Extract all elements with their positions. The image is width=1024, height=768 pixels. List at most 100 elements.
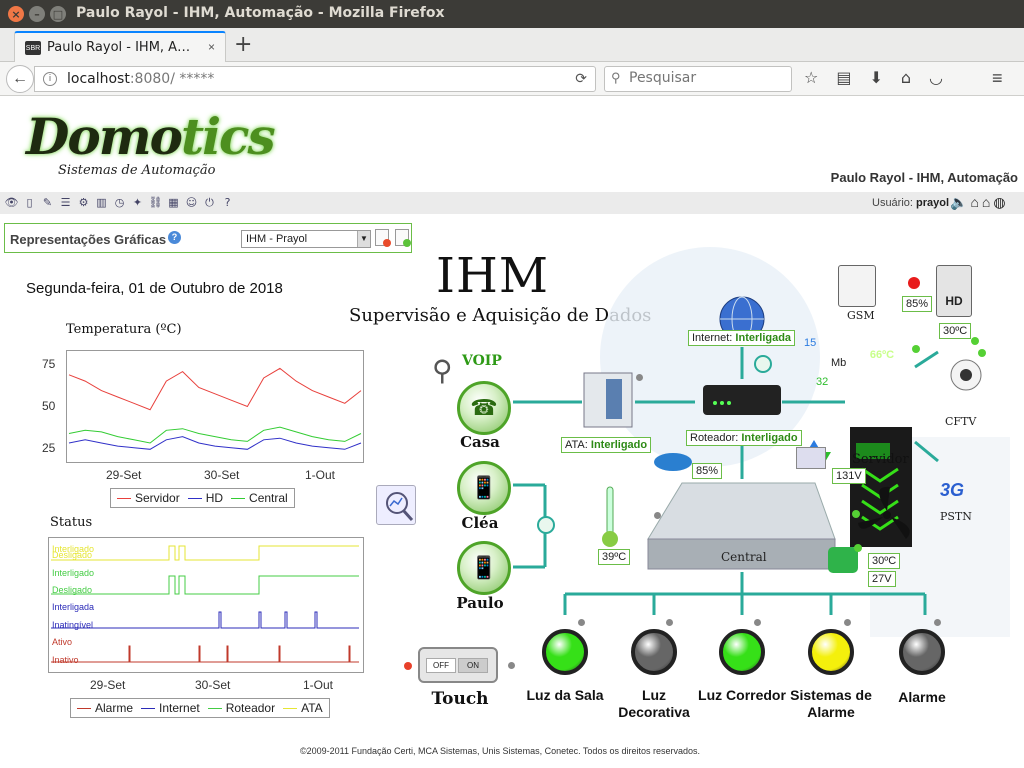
globe-icon[interactable]: ◍ bbox=[993, 194, 1005, 211]
info-icon[interactable]: i bbox=[43, 72, 57, 86]
rep-select[interactable]: IHM - Prayol ▼ bbox=[241, 230, 371, 248]
battery-voltage: 27V bbox=[868, 571, 896, 587]
list-icon[interactable]: ☰ bbox=[58, 195, 73, 210]
upload-speed: 15 bbox=[804, 337, 817, 349]
series-line-servidor bbox=[68, 367, 362, 411]
new-doc-icon[interactable]: ▯ bbox=[22, 195, 37, 210]
lamp-status-dot bbox=[934, 619, 941, 626]
status-line-alarme bbox=[51, 645, 359, 663]
clock-icon[interactable]: ◷ bbox=[112, 195, 127, 210]
download-speed: 32 bbox=[816, 376, 829, 388]
home-icon[interactable]: ⌂ bbox=[970, 194, 978, 211]
status-legend: Alarme Internet Roteador ATA bbox=[70, 698, 330, 718]
lamp-luz-decorativa[interactable] bbox=[631, 629, 677, 675]
temperature-legend: Servidor HD Central bbox=[110, 488, 295, 508]
router-status: Roteador: Interligado bbox=[686, 430, 802, 446]
lamp-sistemas-de-alarme[interactable] bbox=[808, 629, 854, 675]
window-minimize-button[interactable]: – bbox=[29, 6, 45, 22]
ytick: 75 bbox=[42, 357, 56, 371]
phone-paulo-button[interactable]: 📱 bbox=[457, 541, 511, 595]
search-input[interactable] bbox=[629, 70, 779, 86]
link-icon[interactable]: ⛓ bbox=[148, 195, 163, 210]
window-close-button[interactable]: × bbox=[8, 6, 24, 22]
phone-clea-button[interactable]: 📱 bbox=[457, 461, 511, 515]
back-icon[interactable]: ← bbox=[6, 65, 34, 93]
lamp-status-dot bbox=[844, 619, 851, 626]
touch-switch[interactable]: OFF ON bbox=[418, 647, 498, 683]
ata-status: ATA: Interligado bbox=[561, 437, 652, 453]
search-bar[interactable]: ⚲ bbox=[604, 66, 792, 92]
user-icon[interactable]: ☺ bbox=[184, 195, 199, 210]
window-maximize-button[interactable]: □ bbox=[50, 6, 66, 22]
reader-icon[interactable]: ▤ bbox=[836, 68, 851, 87]
ytick: 25 bbox=[42, 441, 56, 455]
gsm-icon[interactable] bbox=[838, 265, 876, 307]
touch-on[interactable]: ON bbox=[458, 658, 488, 673]
power-icon[interactable]: ⏻ bbox=[202, 195, 217, 210]
search-icon[interactable]: ⚲ bbox=[432, 354, 453, 387]
nav-bar: ← i localhost:8080/ ***** ⟳ ⚲ ☆ ▤ ⬇ ⌂ ◡ … bbox=[0, 62, 1024, 96]
status-line-ata bbox=[51, 545, 359, 561]
ups-voltage: 131V bbox=[832, 468, 866, 484]
database-icon[interactable]: ▥ bbox=[94, 195, 109, 210]
ytick: 50 bbox=[42, 399, 56, 413]
phone-casa-button[interactable]: ☎ bbox=[457, 381, 511, 435]
status-line-internet bbox=[51, 611, 359, 629]
lamp-status-dot bbox=[666, 619, 673, 626]
legend-item: Internet bbox=[141, 701, 200, 715]
status-line-roteador bbox=[51, 575, 359, 595]
help-icon[interactable]: ? bbox=[220, 195, 235, 210]
settings-icon[interactable]: ⚙ bbox=[76, 195, 91, 210]
battery-temperature: 30ºC bbox=[868, 553, 901, 569]
lamp-alarme[interactable] bbox=[899, 629, 945, 675]
sound-icon[interactable]: 🔈 bbox=[950, 194, 967, 211]
lamp-luz-corredor-label: Luz Corredor bbox=[698, 687, 786, 703]
hd-usage: 85% bbox=[902, 296, 933, 312]
url-bar[interactable]: i localhost:8080/ ***** ⟳ bbox=[34, 66, 596, 92]
temperature-chart-title: Temperatura (ºC) bbox=[66, 322, 182, 337]
favicon-icon: SBR bbox=[25, 41, 41, 55]
server-label: Servidor bbox=[852, 452, 909, 467]
graphic-representation-box: Representações Gráficas ? IHM - Prayol ▼ bbox=[4, 223, 412, 253]
status-chart: Interligado Desligado Interligado Deslig… bbox=[48, 537, 364, 673]
legend-item: Central bbox=[231, 491, 288, 505]
status-chart-title: Status bbox=[50, 515, 93, 530]
reload-icon[interactable]: ⟳ bbox=[575, 70, 587, 87]
status-label: Desligado bbox=[52, 585, 93, 595]
lamp-status-dot bbox=[578, 619, 585, 626]
house-settings-icon[interactable]: ⌂ bbox=[982, 194, 990, 211]
xtick: 29-Set bbox=[106, 468, 142, 482]
pstn-3g-icon[interactable]: 3G bbox=[940, 480, 964, 501]
help-icon[interactable]: ? bbox=[168, 231, 181, 244]
phone-clea-label: Cléa bbox=[461, 514, 499, 532]
lamp-sistemas-de-alarme-label: Sistemas de Alarme bbox=[790, 687, 872, 720]
url-text[interactable]: localhost:8080/ ***** bbox=[67, 71, 214, 87]
touch-off[interactable]: OFF bbox=[426, 658, 456, 673]
pocket-icon[interactable]: ◡ bbox=[929, 68, 943, 87]
tools-icon[interactable]: ✦ bbox=[130, 195, 145, 210]
notes-icon[interactable]: ▦ bbox=[166, 195, 181, 210]
bookmark-star-icon[interactable]: ☆ bbox=[804, 68, 818, 87]
xtick: 1-Out bbox=[303, 678, 334, 692]
lamp-luz-corredor[interactable] bbox=[719, 629, 765, 675]
tab-close-icon[interactable]: × bbox=[208, 40, 215, 54]
lamp-alarme-label: Alarme bbox=[898, 689, 946, 705]
lamp-luz-da-sala[interactable] bbox=[542, 629, 588, 675]
footer: ©2009-2011 Fundação Certi, MCA Sistemas,… bbox=[300, 746, 700, 756]
menu-icon[interactable]: ≡ bbox=[992, 68, 1003, 89]
home-icon[interactable]: ⌂ bbox=[901, 68, 911, 87]
xtick: 29-Set bbox=[90, 678, 126, 692]
edit-icon[interactable]: ✎ bbox=[40, 195, 55, 210]
status-plot bbox=[51, 545, 359, 663]
new-tab-button[interactable]: + bbox=[234, 32, 252, 57]
add-doc-button[interactable] bbox=[395, 229, 411, 247]
view-icon[interactable]: 👁 bbox=[4, 195, 19, 210]
browser-tab[interactable]: SBR Paulo Rayol - IHM, A… × bbox=[14, 31, 226, 62]
ups-charge: 85% bbox=[692, 463, 723, 479]
remove-doc-button[interactable] bbox=[375, 229, 391, 247]
hd-icon[interactable]: HD bbox=[936, 265, 972, 317]
ups-meter-icon[interactable] bbox=[796, 447, 826, 469]
gsm-led bbox=[908, 277, 920, 289]
download-icon[interactable]: ⬇ bbox=[869, 68, 882, 87]
lamp-status-dot bbox=[754, 619, 761, 626]
